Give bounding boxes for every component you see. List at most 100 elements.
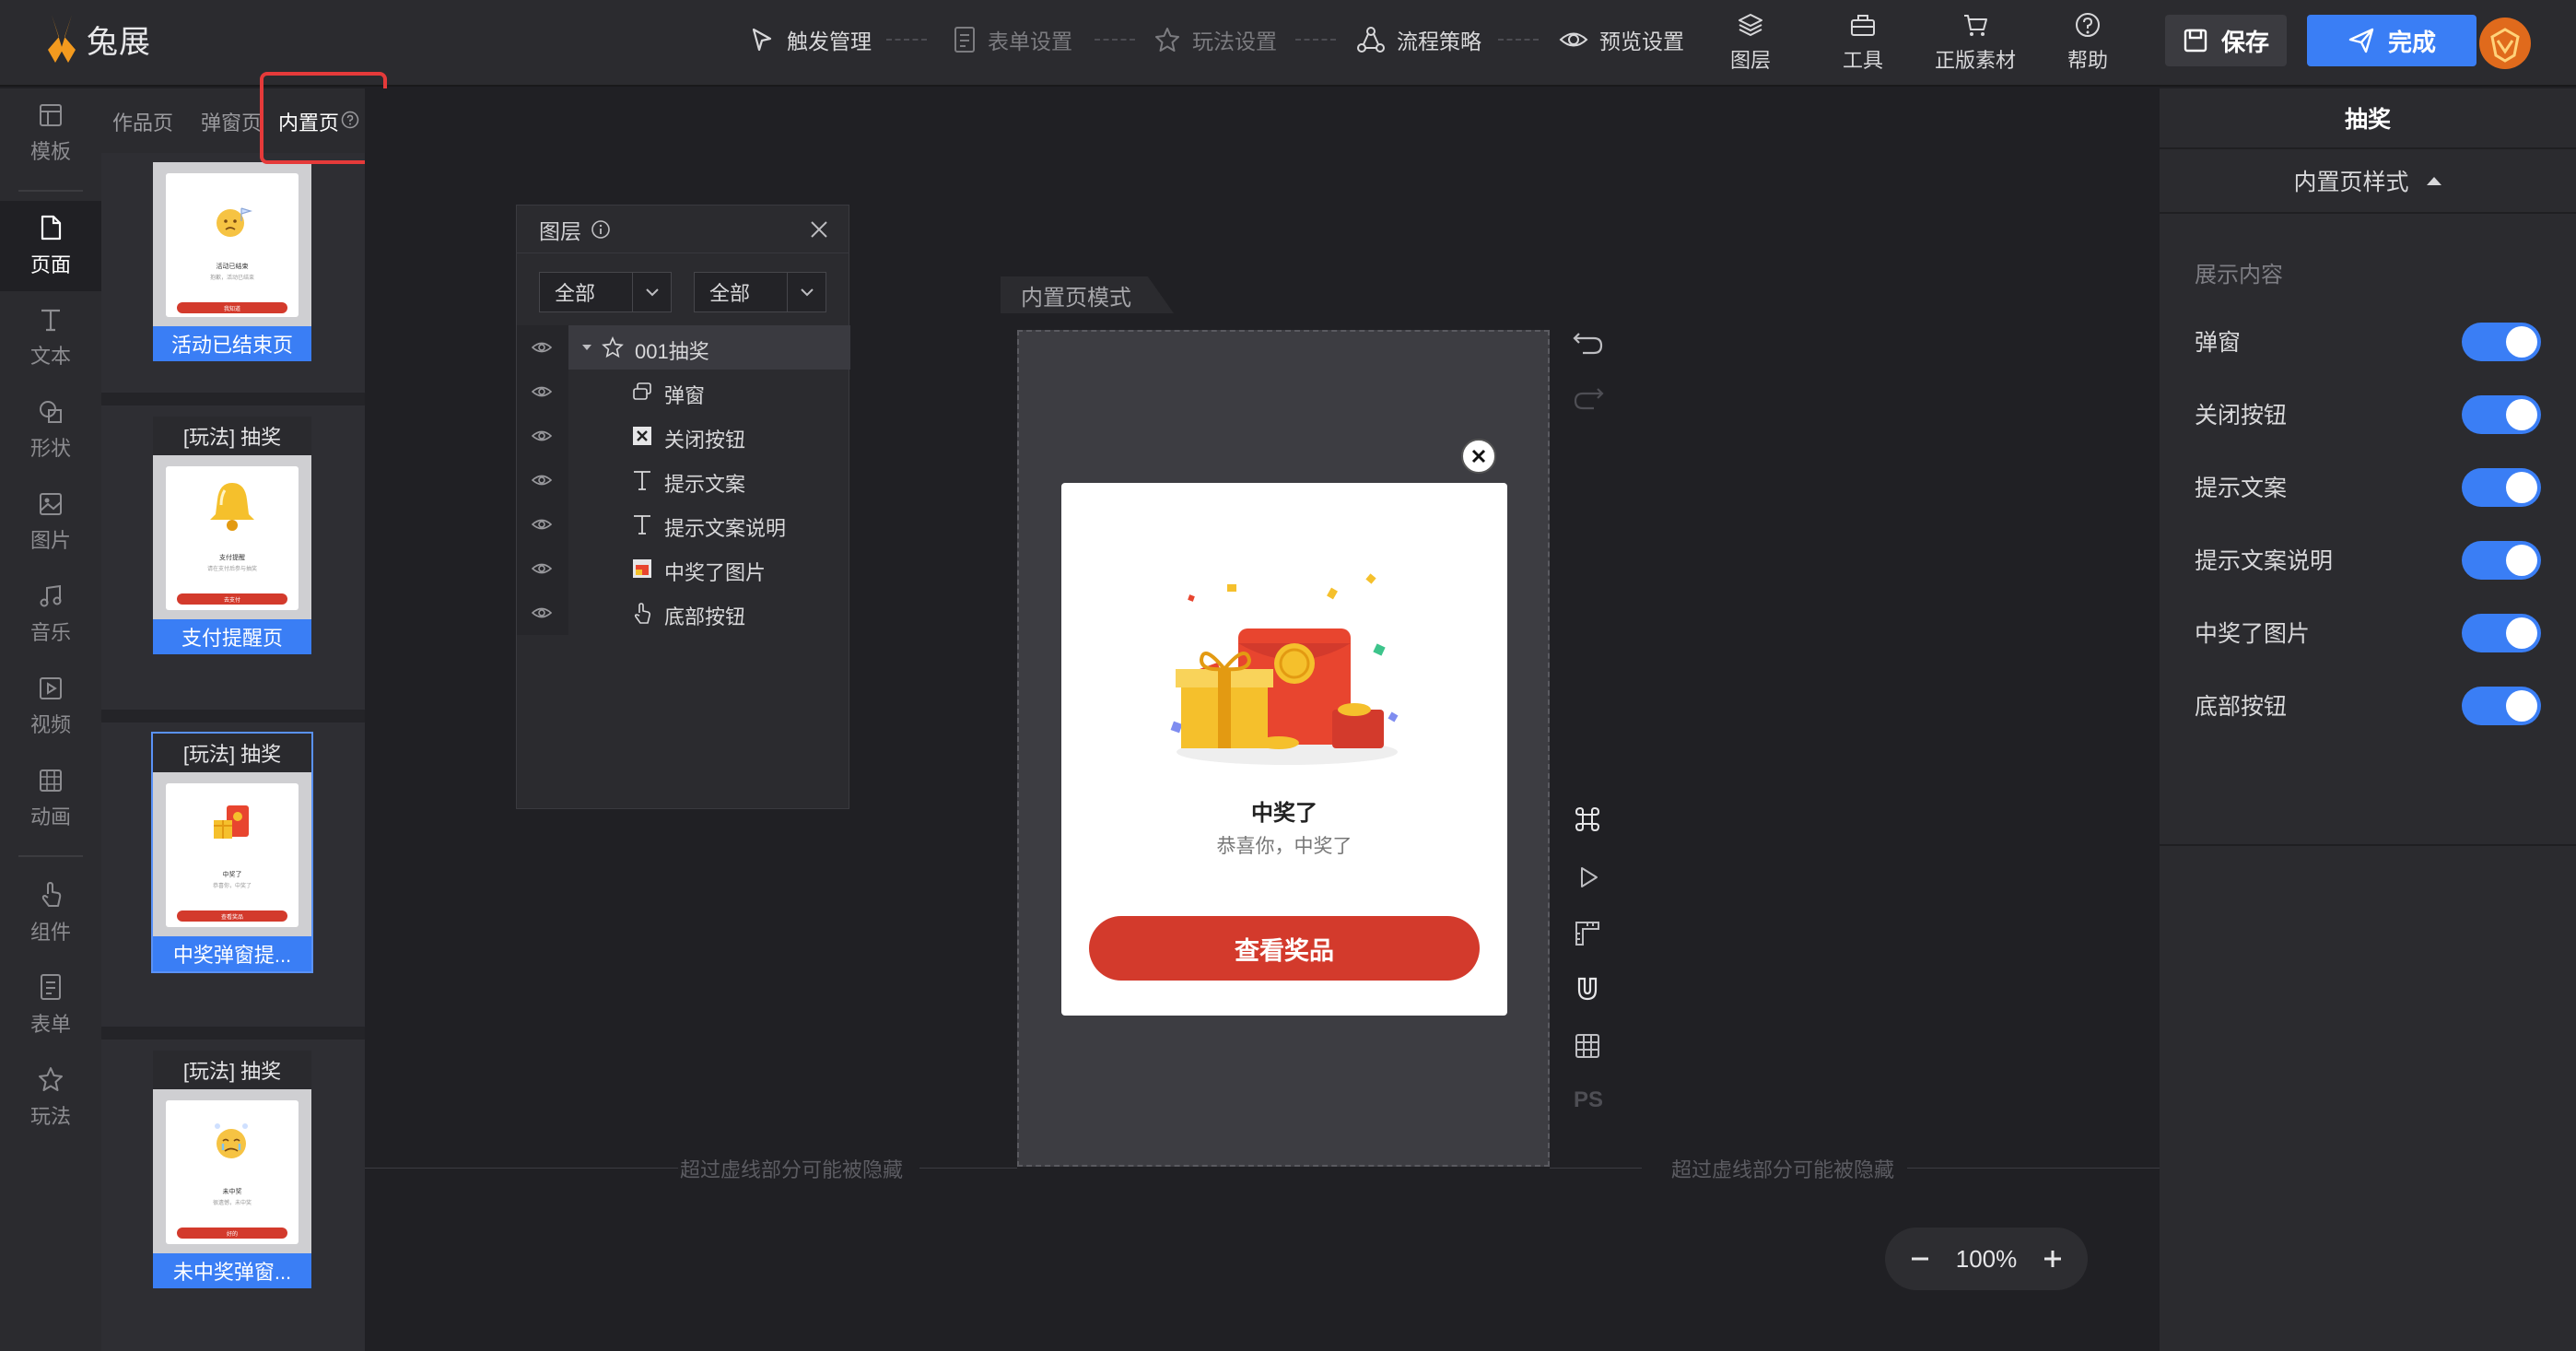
nav-component[interactable]: 组件 [0, 868, 101, 958]
layer-visibility-filter[interactable]: 全部 [694, 272, 826, 312]
thumb-card-subtitle: 请在支付后参与抽奖 [206, 567, 257, 572]
nav-shape[interactable]: 形状 [0, 385, 101, 476]
eye-icon[interactable] [532, 427, 552, 445]
ruler-icon[interactable] [1574, 920, 1601, 947]
app-logo[interactable]: 兔展 [42, 13, 151, 65]
nav-template[interactable]: 模板 [0, 88, 101, 179]
thumb-preview: 未中奖 很遗憾，未中奖 好的 [153, 1089, 311, 1253]
form-icon [954, 27, 975, 53]
text-icon [634, 471, 650, 490]
tip-text-toggle[interactable] [2462, 468, 2541, 507]
phone-artboard[interactable]: 中奖了 恭喜你，中奖了 查看奖品 [1017, 330, 1550, 1167]
star-icon [1155, 28, 1179, 52]
nav-form[interactable]: 表单 [0, 960, 101, 1051]
close-icon[interactable] [808, 218, 830, 241]
nav-image[interactable]: 图片 [0, 477, 101, 568]
zoom-out-icon[interactable] [1909, 1248, 1931, 1270]
nav-label: 形状 [29, 437, 71, 460]
nav-video[interactable]: 视频 [0, 662, 101, 752]
step-preview[interactable]: 预览设置 [1559, 24, 1684, 55]
nav-play[interactable]: 玩法 [0, 1052, 101, 1143]
mode-label: 内置页模式 [1001, 276, 1174, 313]
undo-icon[interactable] [1572, 328, 1605, 356]
tool-help[interactable]: 帮助 [2042, 11, 2134, 74]
prize-popup[interactable]: 中奖了 恭喜你，中奖了 查看奖品 [1061, 483, 1507, 1016]
shortcut-command-icon[interactable] [1574, 805, 1601, 833]
layer-label: 底部按钮 [664, 605, 746, 629]
popup-subtitle[interactable]: 恭喜你，中奖了 [1061, 831, 1507, 859]
ps-import-icon[interactable]: PS [1574, 1087, 1603, 1113]
popup-title[interactable]: 中奖了 [1061, 794, 1507, 827]
popup-toggle[interactable] [2462, 323, 2541, 361]
thumb-group: [玩法] 抽奖 未中奖 很遗憾，未中奖 好的 未中奖弹窗... [101, 1040, 365, 1351]
hint-line [365, 1168, 678, 1169]
eye-icon[interactable] [532, 338, 552, 357]
tab-works-page[interactable]: 作品页 [112, 107, 173, 136]
thumb-win-popup-page[interactable]: [玩法] 抽奖 中奖了 恭喜你，中奖了 查看奖品 中奖弹窗提... [151, 732, 313, 973]
avatar[interactable] [2478, 17, 2532, 70]
thumb-header: [玩法] 抽奖 [153, 734, 311, 772]
eye-icon[interactable] [532, 604, 552, 622]
thumb-label: 中奖弹窗提... [153, 936, 311, 971]
caret-down-icon[interactable] [581, 344, 592, 351]
layer-row[interactable]: 底部按钮 [517, 591, 850, 635]
hint-line [919, 1168, 1017, 1169]
tab-popup-page[interactable]: 弹窗页 [201, 107, 262, 136]
eye-icon[interactable] [532, 515, 552, 534]
thumb-ended-page[interactable]: 活动已结束 抱歉，活动已结束 我知道 活动已结束页 [153, 162, 311, 361]
tool-label: 工具 [1842, 49, 1883, 72]
thumb-payment-page[interactable]: [玩法] 抽奖 支付提醒 请在支付后参与抽奖 去支付 支付提醒页 [153, 417, 311, 654]
step-trigger[interactable]: 触发管理 [748, 24, 872, 55]
hand-icon [634, 603, 651, 624]
layer-row[interactable]: 001抽奖 [517, 325, 850, 370]
play-preview-icon[interactable] [1575, 864, 1601, 890]
popup-close-button[interactable] [1461, 439, 1496, 474]
tool-layers[interactable]: 图层 [1704, 11, 1797, 74]
builtin-style-section-toggle[interactable]: 内置页样式 [2160, 149, 2576, 214]
thumb-lose-popup-page[interactable]: [玩法] 抽奖 未中奖 很遗憾，未中奖 好的 未中奖弹窗... [153, 1051, 311, 1288]
eye-icon[interactable] [532, 471, 552, 489]
nav-music[interactable]: 音乐 [0, 570, 101, 660]
layer-row[interactable]: 关闭按钮 [517, 414, 850, 458]
save-button[interactable]: 保存 [2165, 15, 2287, 66]
eye-icon [1559, 32, 1588, 47]
tip-description-toggle[interactable] [2462, 541, 2541, 580]
redo-icon[interactable] [1572, 383, 1605, 411]
step-play[interactable]: 玩法设置 [1153, 24, 1277, 55]
step-divider [1095, 39, 1135, 41]
magnet-icon[interactable] [1574, 975, 1601, 1003]
image-icon [40, 493, 62, 515]
done-button[interactable]: 完成 [2307, 15, 2476, 66]
eye-icon[interactable] [532, 382, 552, 401]
properties-panel: 抽奖 内置页样式 展示内容 弹窗 关闭按钮 提示文案 提示文案说明 中奖了图片 … [2160, 88, 2576, 1351]
layer-row[interactable]: 弹窗 [517, 370, 850, 414]
nav-page[interactable]: 页面 [0, 201, 101, 291]
zoom-control: 100% [1885, 1228, 2088, 1290]
toggle-label: 中奖了图片 [2195, 621, 2311, 647]
page-thumbnail-panel: 作品页 弹窗页 内置页 活动已结束 抱歉，活动已结束 我知道 活动已结束页 [玩… [101, 88, 365, 1351]
layer-row[interactable]: 提示文案 [517, 458, 850, 502]
red-envelope-gift-illustration-icon [1170, 573, 1399, 765]
thumb-card-subtitle: 恭喜你，中奖了 [212, 884, 252, 889]
close-button-toggle[interactable] [2462, 395, 2541, 434]
info-icon[interactable] [591, 219, 611, 240]
grid-icon[interactable] [1574, 1032, 1601, 1060]
layer-row[interactable]: 提示文案说明 [517, 502, 850, 546]
tool-toolbox[interactable]: 工具 [1817, 11, 1909, 74]
thumb-card: 中奖了 恭喜你，中奖了 查看奖品 [166, 783, 299, 927]
nav-label: 视频 [29, 713, 71, 736]
eye-icon[interactable] [532, 559, 552, 578]
zoom-in-icon[interactable] [2042, 1248, 2064, 1270]
mode-label-text: 内置页模式 [1021, 285, 1131, 311]
step-form[interactable]: 表单设置 [953, 24, 1072, 55]
step-divider [1498, 39, 1539, 41]
bottom-button-toggle[interactable] [2462, 687, 2541, 725]
layer-row[interactable]: 中奖了图片 [517, 546, 850, 591]
nav-animation[interactable]: 动画 [0, 754, 101, 844]
view-prize-button[interactable]: 查看奖品 [1089, 916, 1480, 981]
layer-type-filter[interactable]: 全部 [539, 272, 672, 312]
step-flow[interactable]: 流程策略 [1356, 24, 1481, 55]
tool-materials[interactable]: 正版素材 [1929, 11, 2021, 74]
prize-image-toggle[interactable] [2462, 614, 2541, 652]
nav-text[interactable]: 文本 [0, 293, 101, 383]
